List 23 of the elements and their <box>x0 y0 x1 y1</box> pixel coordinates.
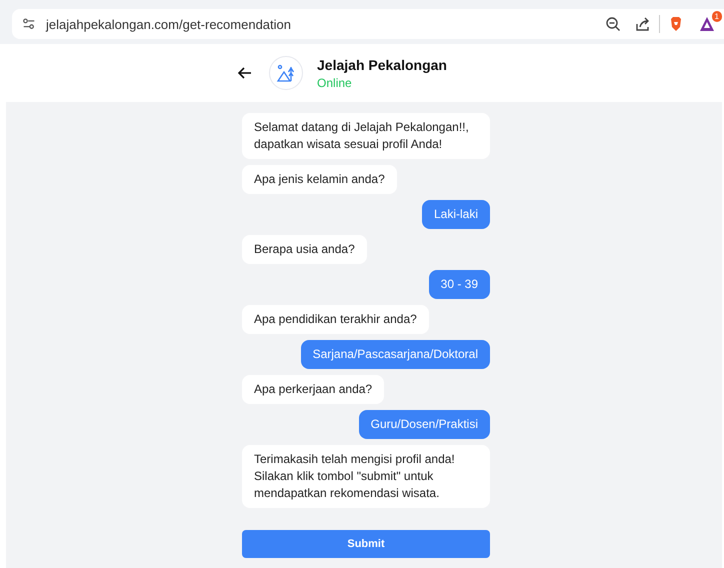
camping-icon <box>276 63 296 83</box>
chat-bubble: Laki-laki <box>422 200 490 229</box>
url-text[interactable]: jelajahpekalongan.com/get-recomendation <box>46 16 595 32</box>
chat-title: Jelajah Pekalongan <box>317 56 447 72</box>
back-arrow-icon[interactable] <box>237 65 254 81</box>
chat-bubble: Apa perkerjaan anda? <box>242 375 384 404</box>
chat-bubble: 30 - 39 <box>428 270 490 299</box>
notification-badge: 1 <box>712 11 722 22</box>
chat-bubble: Berapa usia anda? <box>242 235 367 264</box>
submit-button[interactable]: Submit <box>242 530 490 558</box>
zoom-out-icon[interactable] <box>605 16 621 32</box>
chat-bubble: Sarjana/Pascasarjana/Doktoral <box>300 340 490 369</box>
chat-bubble: Selamat datang di Jelajah Pekalongan!!, dapatkan wisata sesuai profil Anda! <box>242 113 490 159</box>
lion-shield-icon[interactable] <box>668 16 684 32</box>
site-settings-icon[interactable] <box>22 17 36 31</box>
chat-bubble: Guru/Dosen/Praktisi <box>358 410 490 439</box>
chat-bubble: Terimakasih telah mengisi profil anda! Silakan klik tombol "submit" untuk mendapatkan rekomendasi wisata. <box>242 445 490 508</box>
share-icon[interactable] <box>635 16 651 32</box>
online-status: Online <box>317 76 353 90</box>
address-bar[interactable]: jelajahpekalongan.com/get-recomendation 1 <box>12 9 724 39</box>
chat-bubble: Apa pendidikan terakhir anda? <box>242 305 429 334</box>
triangle-icon[interactable] <box>698 16 716 32</box>
chat-bubble: Apa jenis kelamin anda? <box>242 165 397 194</box>
